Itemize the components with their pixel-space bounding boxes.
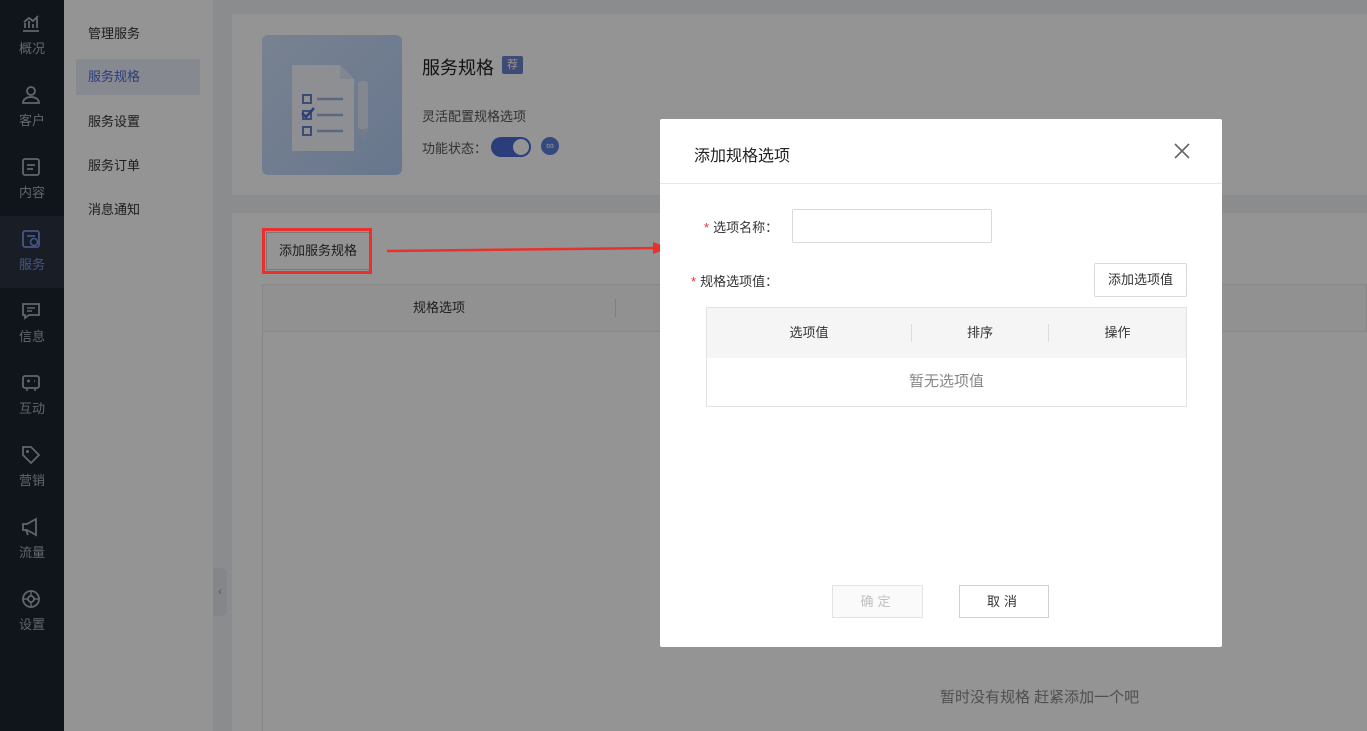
dialog-title: 添加规格选项 bbox=[694, 148, 791, 165]
option-name-label: * 选项名称： bbox=[704, 217, 778, 236]
option-name-text: 选项名称： bbox=[713, 220, 779, 235]
option-table-header: 选项值 排序 操作 bbox=[707, 308, 1186, 358]
empty-options-message: 暂无选项值 bbox=[908, 373, 984, 390]
option-name-input[interactable] bbox=[792, 209, 992, 243]
option-values-table: 选项值 排序 操作 暂无选项值 bbox=[706, 307, 1187, 407]
close-icon[interactable] bbox=[1172, 141, 1192, 161]
highlight-box bbox=[262, 228, 372, 274]
confirm-button[interactable]: 确定 bbox=[832, 585, 923, 618]
add-option-value-button[interactable]: 添加选项值 bbox=[1094, 263, 1187, 297]
column-header-action: 操作 bbox=[1104, 325, 1131, 340]
required-mark: * bbox=[691, 274, 697, 289]
add-spec-option-dialog: 添加规格选项 * 选项名称： * 规格选项值： 添加选项值 选项值 排序 操作 暂无… bbox=[660, 119, 1222, 647]
column-header-sort: 排序 bbox=[966, 325, 993, 340]
cancel-button[interactable]: 取消 bbox=[959, 585, 1049, 618]
option-values-text: 规格选项值： bbox=[700, 274, 779, 289]
required-mark: * bbox=[704, 220, 710, 235]
column-header-option-value: 选项值 bbox=[789, 325, 829, 340]
arrow-icon bbox=[386, 242, 669, 254]
option-values-label: * 规格选项值： bbox=[691, 271, 778, 290]
dialog-divider bbox=[660, 183, 1222, 184]
